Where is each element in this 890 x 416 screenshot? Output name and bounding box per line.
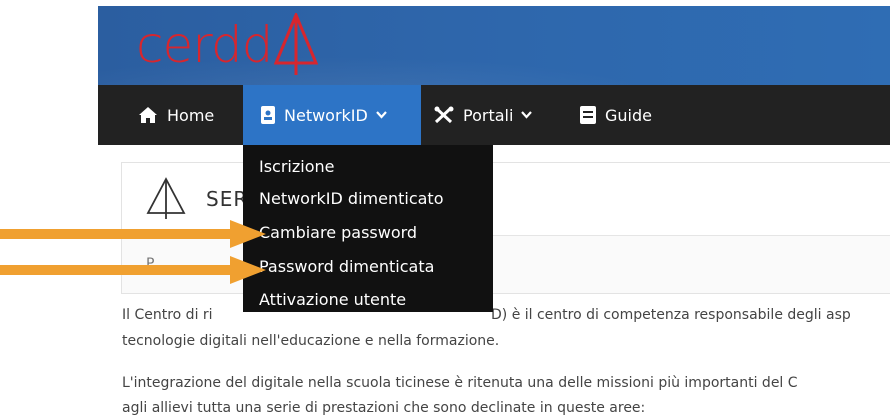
nav-item-label: Home xyxy=(167,105,215,125)
header-banner: cerdd xyxy=(98,6,890,85)
menu-item-cambiare-password[interactable]: Cambiare password xyxy=(259,223,417,242)
paragraph-1-start: Il Centro di ri xyxy=(122,307,213,323)
nav-item-label: NetworkID xyxy=(284,105,368,125)
site-logo[interactable]: cerdd xyxy=(136,10,319,80)
nav-item-networkid[interactable]: NetworkID xyxy=(243,85,421,145)
page-title: SER xyxy=(206,187,249,211)
nav-item-label: Guide xyxy=(605,105,652,125)
paragraph-2-line1: L'integrazione del digitale nella scuola… xyxy=(122,375,798,391)
chevron-down-icon xyxy=(521,111,533,119)
nav-item-guide[interactable]: Guide xyxy=(580,85,652,145)
menu-item-password-dimenticata[interactable]: Password dimenticata xyxy=(259,257,434,276)
paragraph-1-end: D) è il centro di competenza responsabil… xyxy=(491,307,851,323)
logo-triangle-icon xyxy=(274,13,319,75)
annotation-arrow-icon xyxy=(0,220,266,248)
triangle-logo-icon xyxy=(146,177,186,219)
networkid-dropdown-menu: Iscrizione NetworkID dimenticato Cambiar… xyxy=(243,145,493,312)
nav-item-label: Portali xyxy=(463,105,514,125)
main-navbar: Home NetworkID Portali Guide xyxy=(98,85,890,145)
id-badge-icon xyxy=(261,106,275,124)
menu-item-iscrizione[interactable]: Iscrizione xyxy=(259,157,335,176)
menu-item-attivazione-utente[interactable]: Attivazione utente xyxy=(259,290,406,309)
annotation-arrow-icon xyxy=(0,256,266,284)
chevron-down-icon xyxy=(376,111,387,119)
nav-item-home[interactable]: Home xyxy=(138,85,214,145)
home-icon xyxy=(138,106,158,124)
book-icon xyxy=(580,106,596,124)
paragraph-1-line2: tecnologie digitali nell'educazione e ne… xyxy=(122,333,500,349)
logo-text: cerdd xyxy=(136,16,273,74)
tools-icon xyxy=(434,106,454,124)
nav-item-portali[interactable]: Portali xyxy=(434,85,533,145)
menu-item-networkid-dimenticato[interactable]: NetworkID dimenticato xyxy=(259,189,443,208)
paragraph-2-line2: agli allievi tutta una serie di prestazi… xyxy=(122,400,646,416)
